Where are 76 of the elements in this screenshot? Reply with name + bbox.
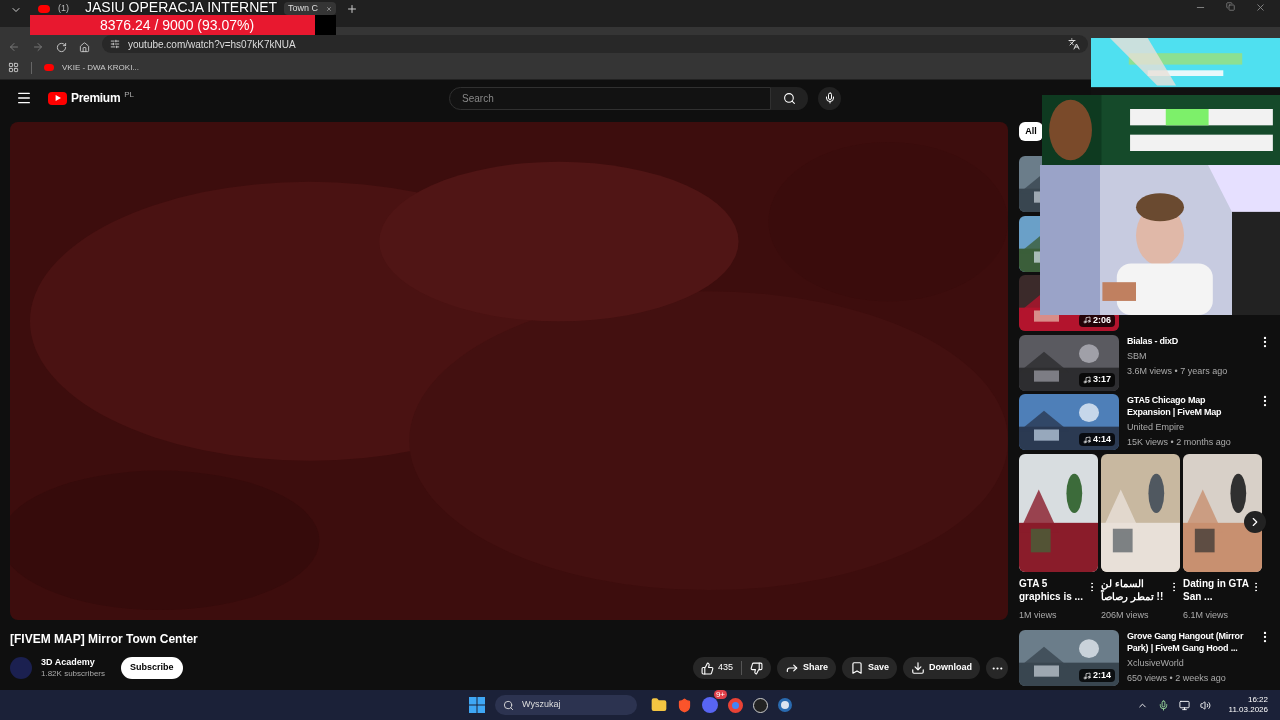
subscribe-button[interactable]: Subscribe (121, 657, 183, 679)
close-icon[interactable] (1255, 2, 1266, 13)
microphone-icon (823, 92, 836, 104)
tab-title: (1) (58, 1, 69, 15)
download-button[interactable]: Download (903, 657, 980, 679)
region-label: PL (124, 89, 135, 101)
share-button[interactable]: Share (776, 657, 836, 679)
thumbs-down-icon (749, 661, 763, 675)
music-note-icon (1083, 671, 1091, 680)
recorder-app-icon[interactable] (753, 697, 768, 713)
translate-icon[interactable] (1068, 38, 1080, 50)
network-icon[interactable] (1178, 699, 1190, 711)
volume-icon[interactable] (1199, 699, 1211, 711)
video-meta: 650 views • 2 weeks ago (1127, 672, 1227, 685)
video-title[interactable]: Bialas - dixD (1127, 334, 1250, 347)
logo-text: Premium (71, 90, 121, 107)
channel-name[interactable]: United Empire (1127, 421, 1250, 434)
short-views: 1M views (1019, 608, 1058, 622)
search-field[interactable]: Search (449, 86, 772, 110)
music-note-icon (1083, 375, 1091, 384)
browser-tab[interactable]: Town C (284, 2, 336, 15)
share-icon (784, 661, 799, 675)
video-title: [FIVEM MAP] Mirror Town Center (10, 631, 199, 648)
site-info-icon[interactable] (110, 39, 120, 49)
short-title[interactable]: السماء لن تمطر رصاصاً !! (1101, 576, 1168, 607)
address-bar[interactable]: youtube.com/watch?v=hs07kK7kNUA (102, 35, 1088, 53)
short-views: 6.1M views (1183, 608, 1229, 622)
youtube-favicon (38, 4, 50, 13)
channel-name[interactable]: XclusiveWorld (1127, 657, 1250, 670)
search-icon (503, 699, 514, 711)
filter-chip[interactable]: All (1019, 122, 1043, 141)
home-icon[interactable] (79, 42, 90, 53)
browser-tab[interactable]: (1) (34, 2, 84, 15)
restore-icon[interactable] (1226, 2, 1235, 11)
youtube-favicon (44, 64, 54, 71)
folder-icon[interactable] (651, 697, 667, 713)
clock-date[interactable]: 11.03.2026 (1228, 705, 1268, 715)
taskbar-search-field[interactable]: Wyszukaj (495, 695, 637, 715)
app-icon[interactable] (778, 698, 792, 712)
subscriber-count: 1.82K subscribers (41, 668, 106, 679)
logo-icon[interactable] (48, 91, 67, 105)
notification-badge: 9+ (713, 690, 727, 699)
video-title[interactable]: Grove Gang Hangout (Mirror Park) | FiveM Gang Hood ... (1127, 630, 1250, 655)
overlay-title: JASIU OPERACJA INTERNET (85, 0, 278, 15)
video-meta: 15K views • 2 months ago (1127, 436, 1232, 449)
progress-reading: 8376.24 / 9000 (93.07%) (100, 16, 255, 34)
thumbs-up-icon (700, 661, 714, 675)
apps-icon[interactable] (8, 62, 19, 73)
save-button[interactable]: Save (841, 657, 897, 679)
bookmark-icon (849, 661, 864, 675)
video-duration: 3:17 (1079, 373, 1115, 387)
music-note-icon (1083, 435, 1091, 444)
short-views: 206M views (1101, 608, 1150, 622)
chat-app-icon[interactable] (702, 697, 718, 713)
menu-icon[interactable] (16, 90, 32, 106)
search-button[interactable] (771, 86, 809, 110)
search-icon (783, 91, 797, 105)
short-title[interactable]: GTA 5 graphics is ... (1019, 576, 1086, 607)
more-button[interactable] (986, 657, 1008, 679)
channel-name[interactable]: 3D Academy (41, 657, 106, 668)
browser-app-icon[interactable] (728, 697, 743, 713)
download-icon (911, 661, 925, 675)
tab-title: Town C (288, 1, 318, 15)
music-note-icon (1083, 316, 1091, 325)
clock-time[interactable]: 16:22 (1247, 695, 1268, 705)
like-button[interactable]: 435 (700, 661, 742, 675)
voice-search-button[interactable] (818, 86, 842, 110)
shield-icon[interactable] (677, 697, 692, 713)
video-meta: 3.6M views • 7 years ago (1127, 364, 1229, 377)
bookmark-item[interactable]: VKIE - DWA KROKI... (44, 61, 140, 74)
reload-icon[interactable] (56, 42, 67, 53)
channel-name[interactable]: SBM (1127, 349, 1250, 362)
video-title[interactable]: GTA5 Chicago Map Expansion | FiveM Map (1127, 394, 1250, 419)
new-tab-icon[interactable] (346, 3, 358, 15)
short-title[interactable]: Dating in GTA San ... (1183, 576, 1250, 607)
microphone-icon[interactable] (1157, 699, 1169, 711)
